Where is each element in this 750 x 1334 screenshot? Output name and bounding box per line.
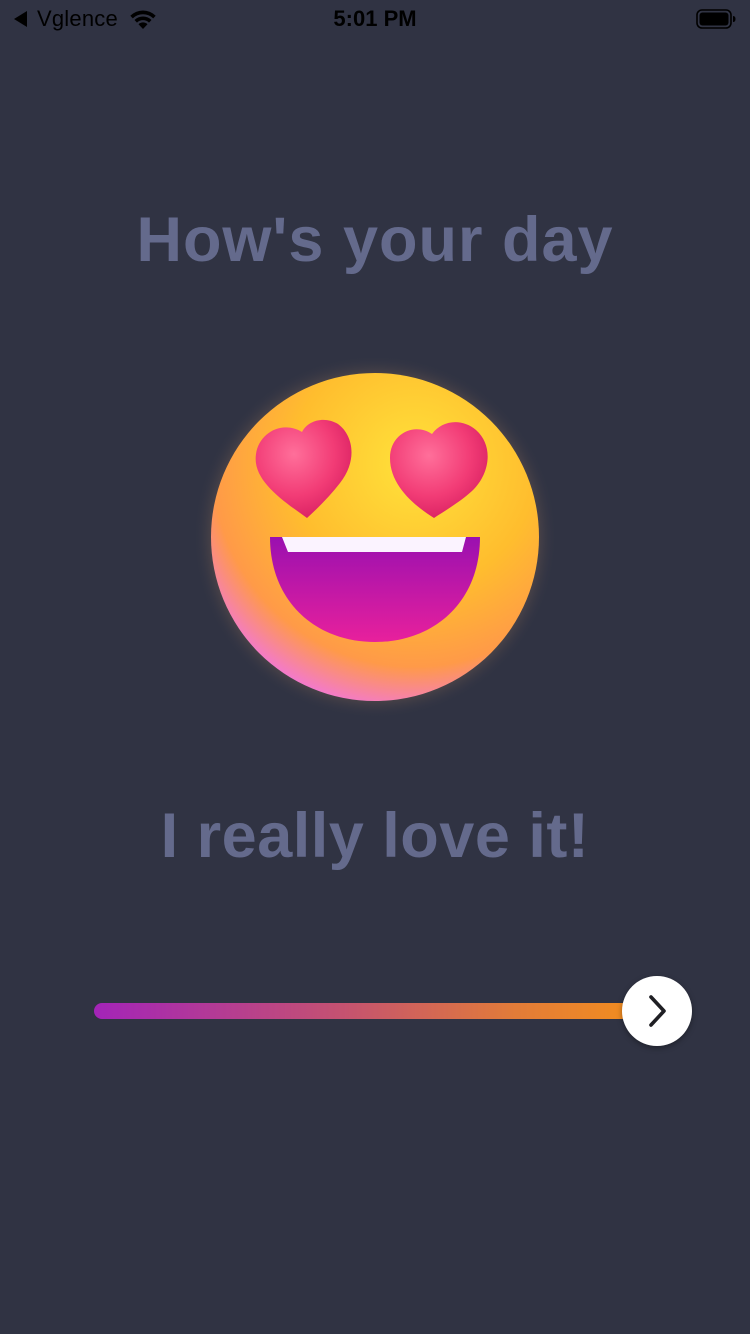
chevron-right-icon [649,995,666,1027]
mood-slider[interactable] [94,975,692,1047]
page-title: How's your day [136,205,614,275]
battery-icon [696,9,736,29]
slider-track[interactable] [94,1003,657,1019]
status-time: 5:01 PM [333,6,417,31]
status-bar: Vglence 5:01 PM [0,0,750,40]
slider-thumb[interactable] [622,976,692,1046]
mood-label: I really love it! [160,801,590,871]
heart-eyes-emoji [193,355,557,719]
mood-screen: Vglence 5:01 PM How's your day I really … [0,0,750,1334]
